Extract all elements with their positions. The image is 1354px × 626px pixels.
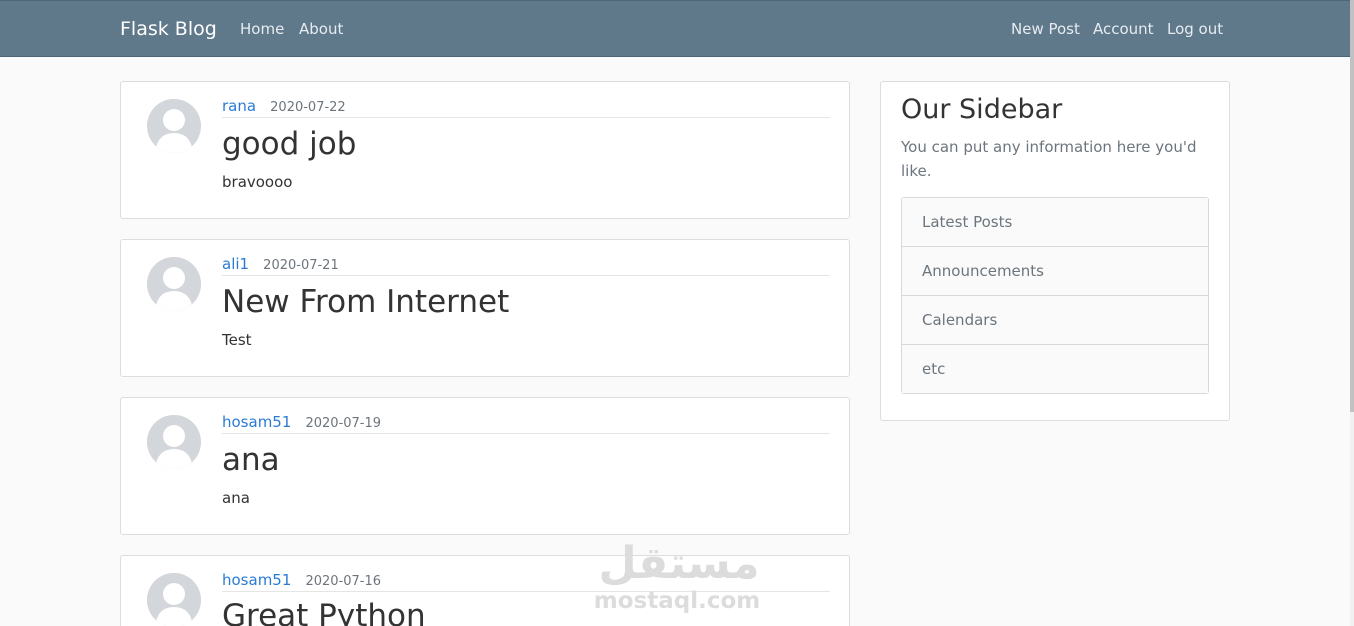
scrollbar-thumb[interactable] [1350, 0, 1354, 412]
post-card: rana 2020-07-22 good job bravoooo [120, 81, 850, 219]
avatar [147, 573, 201, 626]
nav-account-link[interactable]: Account [1093, 20, 1154, 38]
sidebar-item-calendars[interactable]: Calendars [902, 296, 1208, 345]
avatar [147, 257, 201, 311]
sidebar-item-etc[interactable]: etc [902, 345, 1208, 393]
post-date: 2020-07-19 [305, 416, 382, 431]
svg-text:mostaql.com: mostaql.com [595, 588, 760, 614]
post-title-link[interactable]: ana [222, 442, 280, 478]
sidebar-title: Our Sidebar [901, 94, 1063, 125]
post-date: 2020-07-21 [263, 258, 339, 273]
avatar [147, 99, 201, 153]
user-silhouette-icon [147, 415, 201, 469]
post-content: ana [222, 489, 250, 507]
post-title-link[interactable]: good job [222, 126, 356, 162]
top-navbar: Flask Blog Home About New Post Account L… [0, 0, 1350, 57]
sidebar: Our Sidebar You can put any information … [880, 81, 1230, 421]
post-card: hosam51 2020-07-19 ana ana [120, 397, 850, 535]
post-date: 2020-07-22 [270, 100, 346, 115]
post-author-link[interactable]: hosam51 [222, 571, 291, 589]
brand-link[interactable]: Flask Blog [120, 18, 217, 40]
post-content: bravoooo [222, 173, 293, 191]
post-meta: hosam51 2020-07-19 [222, 412, 830, 434]
post-title-link[interactable]: Great Python [222, 598, 426, 626]
mostaql-watermark-logo: مستقل mostaql.com [595, 538, 760, 614]
post-meta: ali1 2020-07-21 [222, 254, 830, 276]
user-silhouette-icon [147, 573, 201, 626]
post-title-link[interactable]: New From Internet [222, 284, 509, 320]
avatar [147, 415, 201, 469]
post-author-link[interactable]: ali1 [222, 255, 249, 273]
nav-about-link[interactable]: About [299, 20, 343, 38]
user-silhouette-icon [147, 257, 201, 311]
post-content: Test [222, 331, 252, 349]
post-card: ali1 2020-07-21 New From Internet Test [120, 239, 850, 377]
page-scrollbar[interactable] [1350, 0, 1354, 626]
nav-logout-link[interactable]: Log out [1167, 20, 1223, 38]
svg-text:مستقل: مستقل [599, 538, 760, 589]
post-author-link[interactable]: hosam51 [222, 413, 291, 431]
post-author-link[interactable]: rana [222, 97, 256, 115]
nav-new-post-link[interactable]: New Post [1011, 20, 1080, 38]
sidebar-list: Latest Posts Announcements Calendars etc [901, 197, 1209, 394]
post-meta: rana 2020-07-22 [222, 96, 830, 118]
user-silhouette-icon [147, 99, 201, 153]
sidebar-description: You can put any information here you'd l… [901, 138, 1197, 180]
sidebar-item-latest-posts[interactable]: Latest Posts [902, 198, 1208, 247]
nav-home-link[interactable]: Home [240, 20, 284, 38]
sidebar-item-announcements[interactable]: Announcements [902, 247, 1208, 296]
post-date: 2020-07-16 [305, 574, 382, 589]
